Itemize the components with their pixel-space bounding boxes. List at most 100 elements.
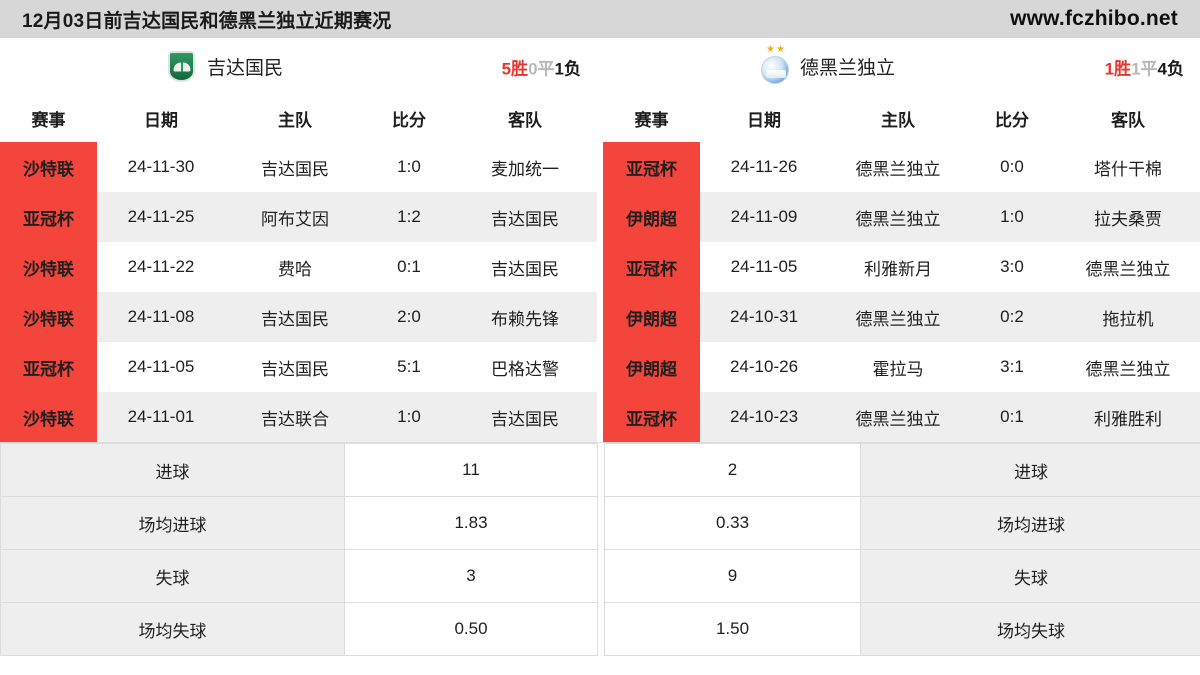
col-home: 主队 [828,95,968,142]
stats-value: 11 [345,444,598,497]
home-team: 霍拉马 [828,342,968,392]
competition-badge: 亚冠杯 [603,242,700,292]
match-date: 24-11-09 [700,192,828,242]
col-score: 比分 [365,95,453,142]
match-row[interactable]: 沙特联24-11-30吉达国民1:0麦加统一 [0,142,597,192]
match-row[interactable]: 亚冠杯24-11-26德黑兰独立0:0塔什干棉 [603,142,1200,192]
match-score: 1:2 [365,192,453,242]
match-row[interactable]: 伊朗超24-10-26霍拉马3:1德黑兰独立 [603,342,1200,392]
record-draws-left: 0平 [528,59,554,78]
stats-label: 失球 [861,550,1200,603]
team-name-right: 德黑兰独立 [800,53,895,80]
match-date: 24-11-05 [97,342,225,392]
record-losses-left: 1负 [555,59,581,78]
match-row[interactable]: 沙特联24-11-01吉达联合1:0吉达国民 [0,392,597,442]
table-header-row: 赛事 日期 主队 比分 客队 [0,95,597,142]
away-team: 塔什干棉 [1056,142,1200,192]
away-team: 吉达国民 [453,392,597,442]
competition-badge: 亚冠杯 [603,142,700,192]
home-team: 吉达国民 [225,292,365,342]
team-header-left: 吉达国民 5胜0平1负 [0,38,597,95]
match-score: 3:0 [968,242,1056,292]
away-team: 吉达国民 [453,242,597,292]
competition-badge: 沙特联 [0,242,97,292]
record-draws-right: 1平 [1131,59,1157,78]
match-table-right-wrap: 赛事 日期 主队 比分 客队 亚冠杯24-11-26德黑兰独立0:0塔什干棉伊朗… [603,95,1200,442]
col-away: 客队 [453,95,597,142]
stars-icon: ★★ [766,45,786,55]
competition-badge: 伊朗超 [603,192,700,242]
match-date: 24-11-30 [97,142,225,192]
home-team: 德黑兰独立 [828,192,968,242]
match-date: 24-11-22 [97,242,225,292]
match-date: 24-10-26 [700,342,828,392]
away-team: 利雅胜利 [1056,392,1200,442]
match-score: 0:0 [968,142,1056,192]
stats-value: 2 [605,444,861,497]
match-score: 3:1 [968,342,1056,392]
home-team: 阿布艾因 [225,192,365,242]
record-losses-right: 4负 [1158,59,1184,78]
stats-value: 3 [345,550,598,603]
col-away: 客队 [1056,95,1200,142]
match-score: 5:1 [365,342,453,392]
stats-row: 场均进球1.83 [1,497,598,550]
match-score: 2:0 [365,292,453,342]
stats-value: 0.50 [345,603,598,656]
site-watermark: www.fczhibo.net [1010,7,1178,31]
match-table-left-wrap: 赛事 日期 主队 比分 客队 沙特联24-11-30吉达国民1:0麦加统一亚冠杯… [0,95,597,442]
stats-label: 场均失球 [861,603,1200,656]
col-competition: 赛事 [0,95,97,142]
match-row[interactable]: 亚冠杯24-11-05吉达国民5:1巴格达警 [0,342,597,392]
competition-badge: 伊朗超 [603,342,700,392]
stats-value: 9 [605,550,861,603]
match-table-left: 赛事 日期 主队 比分 客队 沙特联24-11-30吉达国民1:0麦加统一亚冠杯… [0,95,597,442]
stats-label: 场均进球 [861,497,1200,550]
competition-badge: 伊朗超 [603,292,700,342]
stats-label: 进球 [861,444,1200,497]
stats-value: 1.50 [605,603,861,656]
team-header-right: ★★ 德黑兰独立 1胜1平4负 [603,38,1200,95]
stats-label: 失球 [1,550,345,603]
stats-table-left: 进球11场均进球1.83失球3场均失球0.50 [0,443,598,656]
record-wins-right: 1胜 [1105,59,1131,78]
home-team: 费哈 [225,242,365,292]
match-date: 24-10-23 [700,392,828,442]
stats-row: 进球11 [1,444,598,497]
blue-circle-badge-icon: ★★ [761,51,791,83]
match-score: 1:0 [365,142,453,192]
match-score: 0:1 [968,392,1056,442]
match-row[interactable]: 亚冠杯24-11-05利雅新月3:0德黑兰独立 [603,242,1200,292]
stats-label: 进球 [1,444,345,497]
match-tables: 赛事 日期 主队 比分 客队 沙特联24-11-30吉达国民1:0麦加统一亚冠杯… [0,95,1200,442]
match-row[interactable]: 沙特联24-11-22费哈0:1吉达国民 [0,242,597,292]
stats-value: 0.33 [605,497,861,550]
stats-row: 9失球 [605,550,1200,603]
match-date: 24-10-31 [700,292,828,342]
home-team: 德黑兰独立 [828,392,968,442]
match-score: 1:0 [365,392,453,442]
competition-badge: 沙特联 [0,292,97,342]
match-row[interactable]: 伊朗超24-11-09德黑兰独立1:0拉夫桑贾 [603,192,1200,242]
away-team: 布赖先锋 [453,292,597,342]
away-team: 德黑兰独立 [1056,242,1200,292]
record-wins-left: 5胜 [502,59,528,78]
match-row[interactable]: 沙特联24-11-08吉达国民2:0布赖先锋 [0,292,597,342]
match-table-right: 赛事 日期 主队 比分 客队 亚冠杯24-11-26德黑兰独立0:0塔什干棉伊朗… [603,95,1200,442]
match-row[interactable]: 伊朗超24-10-31德黑兰独立0:2拖拉机 [603,292,1200,342]
title-bar: 12月03日前吉达国民和德黑兰独立近期赛况 www.fczhibo.net [0,0,1200,38]
stats-label: 场均进球 [1,497,345,550]
record-left: 5胜0平1负 [502,54,581,79]
home-team: 吉达国民 [225,342,365,392]
match-score: 0:2 [968,292,1056,342]
team-name-left: 吉达国民 [207,53,283,80]
match-date: 24-11-26 [700,142,828,192]
match-date: 24-11-08 [97,292,225,342]
col-competition: 赛事 [603,95,700,142]
away-team: 拉夫桑贾 [1056,192,1200,242]
green-shield-crest-icon [168,51,198,83]
match-row[interactable]: 亚冠杯24-10-23德黑兰独立0:1利雅胜利 [603,392,1200,442]
col-score: 比分 [968,95,1056,142]
match-score: 1:0 [968,192,1056,242]
match-row[interactable]: 亚冠杯24-11-25阿布艾因1:2吉达国民 [0,192,597,242]
